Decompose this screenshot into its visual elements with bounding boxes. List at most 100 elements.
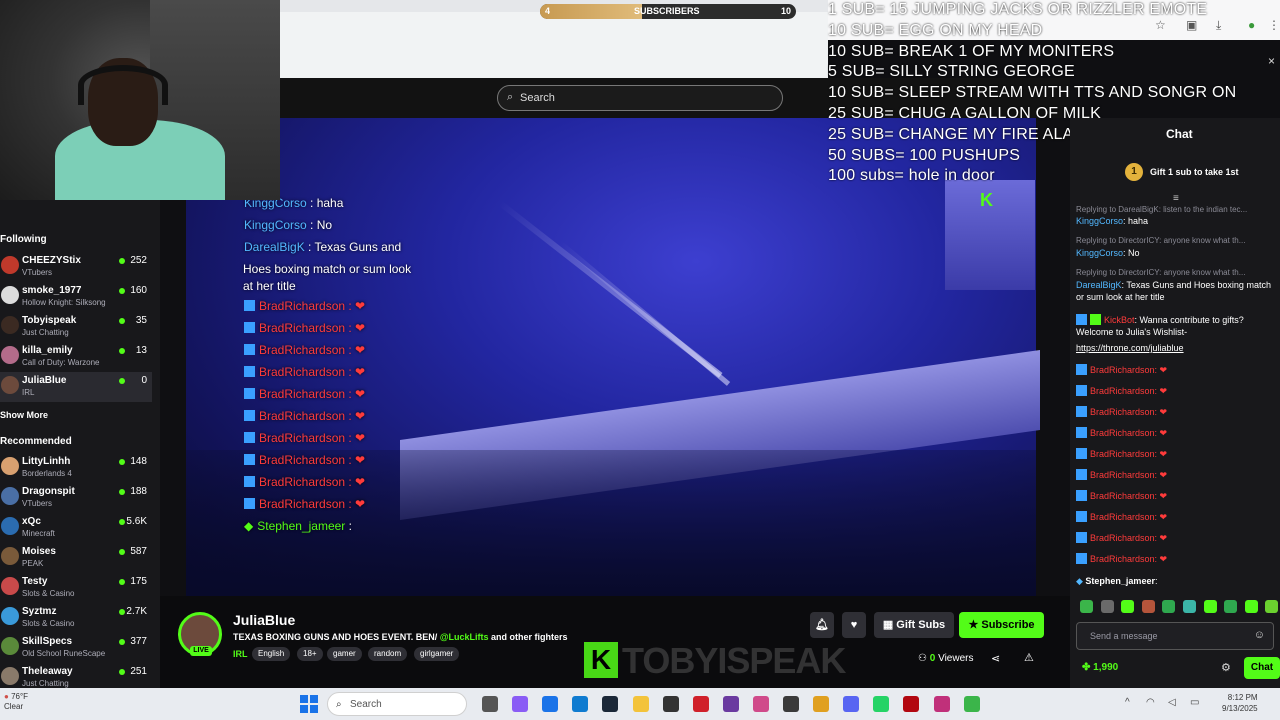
pin-icon[interactable]	[933, 696, 950, 712]
discord-icon[interactable]	[843, 696, 860, 712]
chat-message[interactable]: BradRichardson: ❤	[1076, 469, 1276, 481]
emote-icon[interactable]	[1183, 600, 1196, 613]
emote-icon[interactable]	[1265, 600, 1279, 613]
copilot-icon[interactable]	[512, 696, 529, 712]
emote-icon[interactable]	[1100, 600, 1114, 613]
channel-name[interactable]: JuliaBlue	[233, 612, 295, 628]
channel-row[interactable]: CHEEZYStix VTubers 252	[0, 252, 152, 282]
chat-message[interactable]: KickBot: Wanna contribute to gifts? Welc…	[1076, 314, 1276, 338]
channel-row[interactable]: Testy Slots & Casino 175	[0, 573, 152, 603]
chat-message[interactable]: BradRichardson: ❤	[1076, 553, 1276, 565]
chat-username[interactable]: BradRichardson	[1090, 407, 1155, 417]
game-icon[interactable]	[662, 696, 679, 712]
chat-message[interactable]: BradRichardson: ❤	[1076, 511, 1276, 523]
chat-username[interactable]: BradRichardson	[1090, 512, 1155, 522]
emoji-icon[interactable]: ☺	[1254, 629, 1265, 641]
chat-username[interactable]: BradRichardson	[1090, 428, 1155, 438]
windows-start-icon[interactable]	[300, 695, 318, 713]
tag[interactable]: gamer	[327, 647, 362, 661]
weather-widget[interactable]: ● 76°F Clear	[4, 692, 28, 712]
send-chat-button[interactable]: Chat	[1244, 657, 1280, 679]
channel-row[interactable]: smoke_1977 Hollow Knight: Silksong 160	[0, 282, 152, 312]
subscribe-button[interactable]: ★ Subscribe	[959, 612, 1044, 638]
chat-username[interactable]: BradRichardson	[1090, 470, 1155, 480]
channel-row[interactable]: killa_emily Call of Duty: Warzone 13	[0, 342, 152, 372]
chat-username[interactable]: Stephen_jameer	[1085, 576, 1155, 586]
maps-icon[interactable]	[752, 696, 769, 712]
tag[interactable]: 18+	[297, 647, 323, 661]
chat-link[interactable]: https://throne.com/juliablue	[1076, 342, 1276, 354]
clock[interactable]: 8:12 PM 9/13/2025	[1222, 692, 1258, 714]
filter-icon[interactable]: ≡	[1173, 193, 1179, 204]
chat-username[interactable]: KinggCorso	[1076, 216, 1123, 226]
tag[interactable]: girlgamer	[414, 647, 460, 661]
download-icon[interactable]: ⤓	[1216, 18, 1221, 33]
channel-points[interactable]: ✤ 1,990	[1082, 662, 1118, 673]
taskbar-search[interactable]: ⌕ Search	[327, 692, 467, 716]
chat-message[interactable]: KinggCorso: haha	[1076, 215, 1276, 227]
chat-username[interactable]: BradRichardson	[1090, 449, 1155, 459]
emote-icon[interactable]	[1224, 600, 1238, 613]
extension-icon[interactable]: ▣	[1186, 18, 1197, 32]
stream-title-mention[interactable]: @LuckLifts	[440, 632, 489, 642]
heart-icon[interactable]: ♥	[842, 612, 866, 638]
chat-message[interactable]: BradRichardson: ❤	[1076, 385, 1276, 397]
chat-message[interactable]: DarealBigK: Texas Guns and Hoes boxing m…	[1076, 279, 1276, 303]
battery-icon[interactable]: ▭	[1190, 697, 1199, 708]
chat-message[interactable]: BradRichardson: ❤	[1076, 364, 1276, 376]
tag[interactable]: English	[252, 647, 291, 661]
channel-row[interactable]: SkillSpecs Old School RuneScape 377	[0, 633, 152, 663]
channel-row[interactable]: LittyLinhh Borderlands 4 148	[0, 453, 152, 483]
chat-username[interactable]: BradRichardson	[1090, 533, 1155, 543]
chat-username[interactable]: BradRichardson	[1090, 386, 1155, 396]
netflix-icon[interactable]	[903, 696, 920, 712]
search-input[interactable]: ⌕ Search	[497, 85, 783, 111]
channel-row[interactable]: Dragonspit VTubers 188	[0, 483, 152, 513]
chat-username[interactable]: KinggCorso	[1076, 248, 1123, 258]
chat-message[interactable]: BradRichardson: ❤	[1076, 532, 1276, 544]
channel-row[interactable]: Tobyispeak Just Chatting 35	[0, 312, 152, 342]
chat-message[interactable]: BradRichardson: ❤	[1076, 406, 1276, 418]
emote-icon[interactable]	[1162, 600, 1176, 613]
channel-row[interactable]: Syztmz Slots & Casino 2.7K	[0, 603, 152, 633]
app-icon[interactable]	[722, 696, 739, 712]
wifi-icon[interactable]: ◠	[1146, 697, 1155, 708]
chat-username[interactable]: BradRichardson	[1090, 554, 1155, 564]
emote-icon[interactable]	[1244, 600, 1258, 613]
emote-icon[interactable]	[1203, 600, 1217, 613]
menu-icon[interactable]: ⋮	[1268, 18, 1280, 32]
file-icon[interactable]	[482, 696, 498, 712]
emote-icon[interactable]	[1080, 600, 1093, 613]
explorer-icon[interactable]	[632, 696, 649, 712]
chat-message[interactable]: ◆ Stephen_jameer:	[1076, 575, 1276, 587]
chat-message[interactable]: KinggCorso: No	[1076, 247, 1276, 259]
star-icon[interactable]: ☆	[1155, 18, 1166, 32]
terminal-icon[interactable]	[783, 696, 799, 712]
close-icon[interactable]: ×	[1268, 54, 1275, 68]
warning-icon[interactable]: ⚠	[1024, 651, 1034, 664]
gear-icon[interactable]: ⚙	[1221, 661, 1231, 674]
chat-username[interactable]: DarealBigK	[1076, 280, 1122, 290]
wishlist-link[interactable]: https://throne.com/juliablue	[1076, 343, 1184, 353]
chat-username[interactable]: BradRichardson	[1090, 365, 1155, 375]
bell-icon[interactable]: 🔔︎	[810, 612, 834, 638]
chevron-up-icon[interactable]: ^	[1125, 697, 1130, 708]
message-input[interactable]: Send a message ☺	[1076, 622, 1274, 650]
show-more-link[interactable]: Show More	[0, 410, 48, 420]
profile-icon[interactable]: ●	[1248, 18, 1255, 32]
share-icon[interactable]: ⋖	[991, 652, 1000, 665]
emote-icon[interactable]	[1121, 600, 1135, 613]
gift-subs-button[interactable]: ▦ Gift Subs	[874, 612, 954, 638]
emote-icon[interactable]	[1141, 600, 1155, 613]
steam-icon[interactable]	[602, 696, 619, 712]
volume-icon[interactable]: ◁	[1168, 697, 1176, 708]
whatsapp-icon[interactable]	[873, 696, 890, 712]
chat-username[interactable]: BradRichardson	[1090, 491, 1155, 501]
chat-message[interactable]: BradRichardson: ❤	[1076, 427, 1276, 439]
chat-username[interactable]: KickBot	[1104, 315, 1135, 325]
edge-icon[interactable]	[572, 696, 589, 712]
stream-category[interactable]: IRL	[233, 649, 248, 659]
chat-message[interactable]: BradRichardson: ❤	[1076, 490, 1276, 502]
channel-row[interactable]: xQc Minecraft 5.6K	[0, 513, 152, 543]
channel-row[interactable]: JuliaBlue IRL 0	[0, 372, 152, 402]
